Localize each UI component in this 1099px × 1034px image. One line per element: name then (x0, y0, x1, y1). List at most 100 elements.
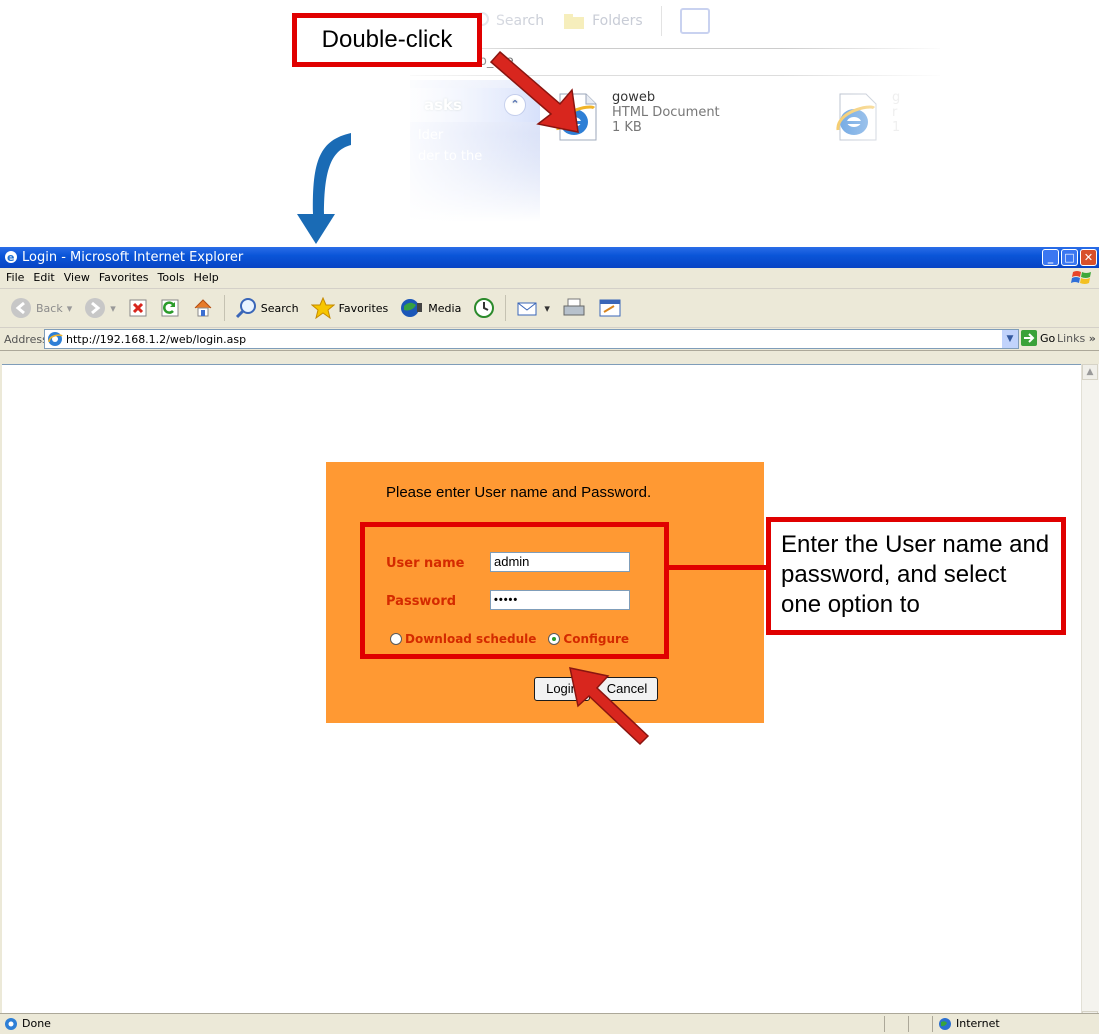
html-document-icon (556, 93, 597, 141)
login-prompt: Please enter User name and Password. (386, 484, 652, 501)
back-label: Back (36, 301, 63, 315)
minimize-button[interactable]: _ (1042, 249, 1059, 266)
file-type: r (892, 105, 898, 120)
refresh-button[interactable] (156, 293, 184, 323)
task-item[interactable]: lder (410, 128, 540, 143)
links-label: Links (1057, 332, 1086, 345)
vertical-scrollbar[interactable]: ▲ ▼ (1081, 364, 1099, 1027)
menu-favorites[interactable]: Favorites (99, 268, 156, 288)
menu-view[interactable]: View (64, 268, 97, 288)
explorer-toolbar: Search Folders (470, 0, 940, 42)
toolbar-separator (223, 295, 225, 321)
favorites-star-icon (310, 297, 335, 319)
explorer-folders-button[interactable]: Folders (562, 11, 643, 31)
status-bar: Done Internet (0, 1013, 1099, 1034)
go-button[interactable]: Go (1021, 330, 1055, 346)
status-divider (908, 1016, 909, 1032)
links-toolbar[interactable]: Links » (1057, 328, 1096, 350)
go-label: Go (1040, 331, 1056, 345)
status-done: Done (4, 1014, 51, 1033)
file-name: g (892, 90, 901, 105)
menu-bar: File Edit View Favorites Tools Help (0, 268, 1099, 289)
search-icon (235, 298, 256, 319)
double-click-callout: Double-click (292, 13, 482, 67)
status-divider (884, 1016, 885, 1032)
callout-connector (669, 565, 771, 570)
address-url: http://192.168.1.2/web/login.asp (66, 332, 247, 346)
address-bar: Address http://192.168.1.2/web/login.asp… (0, 328, 1099, 351)
file-info: g r 1 (892, 90, 900, 135)
dropdown-arrow-icon[interactable]: ▾ (544, 302, 550, 315)
views-icon[interactable] (679, 8, 710, 34)
credentials-highlight-box (360, 522, 669, 659)
tasks-header[interactable]: asks ⌃ (410, 88, 540, 122)
menu-edit[interactable]: Edit (33, 268, 61, 288)
file-size: 1 KB (612, 120, 642, 135)
ie-icon: e (5, 251, 17, 264)
media-label: Media (428, 301, 462, 315)
login-instructions-callout: Enter the User name and password, and se… (766, 517, 1066, 635)
close-button[interactable]: ✕ (1080, 249, 1097, 266)
back-button[interactable]: Back ▾ (6, 293, 76, 323)
status-text: Done (22, 1017, 51, 1030)
media-button[interactable]: Media (396, 293, 465, 323)
cancel-button[interactable]: Cancel (596, 677, 658, 701)
explorer-tasks-pane: asks ⌃ lder der to the (410, 80, 540, 222)
explorer-search-label: Search (496, 13, 545, 29)
back-arrow-icon (11, 298, 31, 318)
file-name: goweb (612, 90, 656, 105)
mail-button[interactable]: ▾ (512, 293, 554, 323)
window-title: Login - Microsoft Internet Explorer (22, 250, 244, 265)
search-label: Search (260, 301, 299, 315)
globe-icon (939, 1017, 951, 1030)
home-icon (194, 299, 212, 317)
print-icon (563, 298, 585, 316)
folders-icon (564, 14, 585, 29)
print-button[interactable] (558, 293, 590, 323)
home-button[interactable] (188, 293, 218, 323)
flow-down-arrow (297, 133, 351, 244)
forward-arrow-icon (85, 298, 106, 318)
dropdown-arrow-icon[interactable]: ▾ (67, 302, 73, 315)
second-file[interactable]: g r 1 (830, 90, 900, 144)
toolbar-separator (505, 295, 507, 321)
zone-text: Internet (956, 1017, 1000, 1030)
favorites-button[interactable]: Favorites (307, 293, 393, 323)
edit-button[interactable] (594, 293, 626, 323)
tasks-header-label: asks (424, 96, 462, 114)
scroll-up-icon[interactable]: ▲ (1082, 364, 1098, 380)
task-item[interactable]: der to the (410, 149, 540, 164)
mail-icon (517, 302, 537, 316)
forward-button[interactable]: ▾ (80, 293, 120, 323)
address-input[interactable]: http://192.168.1.2/web/login.asp ▼ (44, 329, 1019, 349)
explorer-address-bar[interactable]: ...TER\web_...e (410, 48, 940, 76)
go-arrow-icon (1021, 330, 1037, 346)
search-button[interactable]: Search (231, 293, 303, 323)
history-button[interactable] (469, 293, 499, 323)
stop-button[interactable] (124, 293, 152, 323)
dropdown-arrow-icon[interactable]: ▾ (110, 302, 116, 315)
file-info: goweb HTML Document 1 KB (612, 90, 720, 135)
title-bar[interactable]: e Login - Microsoft Internet Explorer _ … (0, 247, 1099, 268)
collapse-chevron-icon[interactable]: ⌃ (504, 94, 526, 116)
toolbar-separator (660, 6, 662, 36)
favorites-label: Favorites (338, 301, 389, 315)
goweb-file[interactable]: goweb HTML Document 1 KB (550, 90, 720, 144)
ie-page-icon (5, 1017, 17, 1030)
media-icon (401, 299, 423, 317)
window-controls: _ □ ✕ (1042, 249, 1097, 266)
menu-file[interactable]: File (6, 268, 31, 288)
security-zone: Internet (938, 1014, 1000, 1033)
stop-icon (129, 299, 147, 317)
file-type: HTML Document (612, 105, 720, 120)
file-size: 1 (892, 120, 901, 135)
menu-tools[interactable]: Tools (158, 268, 192, 288)
address-dropdown-icon[interactable]: ▼ (1001, 330, 1018, 348)
login-button[interactable]: Login (534, 677, 590, 701)
menu-help[interactable]: Help (194, 268, 226, 288)
explorer-window-fragment: Search Folders ...TER\web_...e asks ⌃ ld… (410, 0, 940, 222)
refresh-icon (161, 299, 179, 317)
maximize-button[interactable]: □ (1061, 249, 1078, 266)
standard-toolbar: Back ▾ ▾ Search Favorites Media ▾ (0, 289, 1099, 328)
html-document-icon (836, 93, 877, 141)
